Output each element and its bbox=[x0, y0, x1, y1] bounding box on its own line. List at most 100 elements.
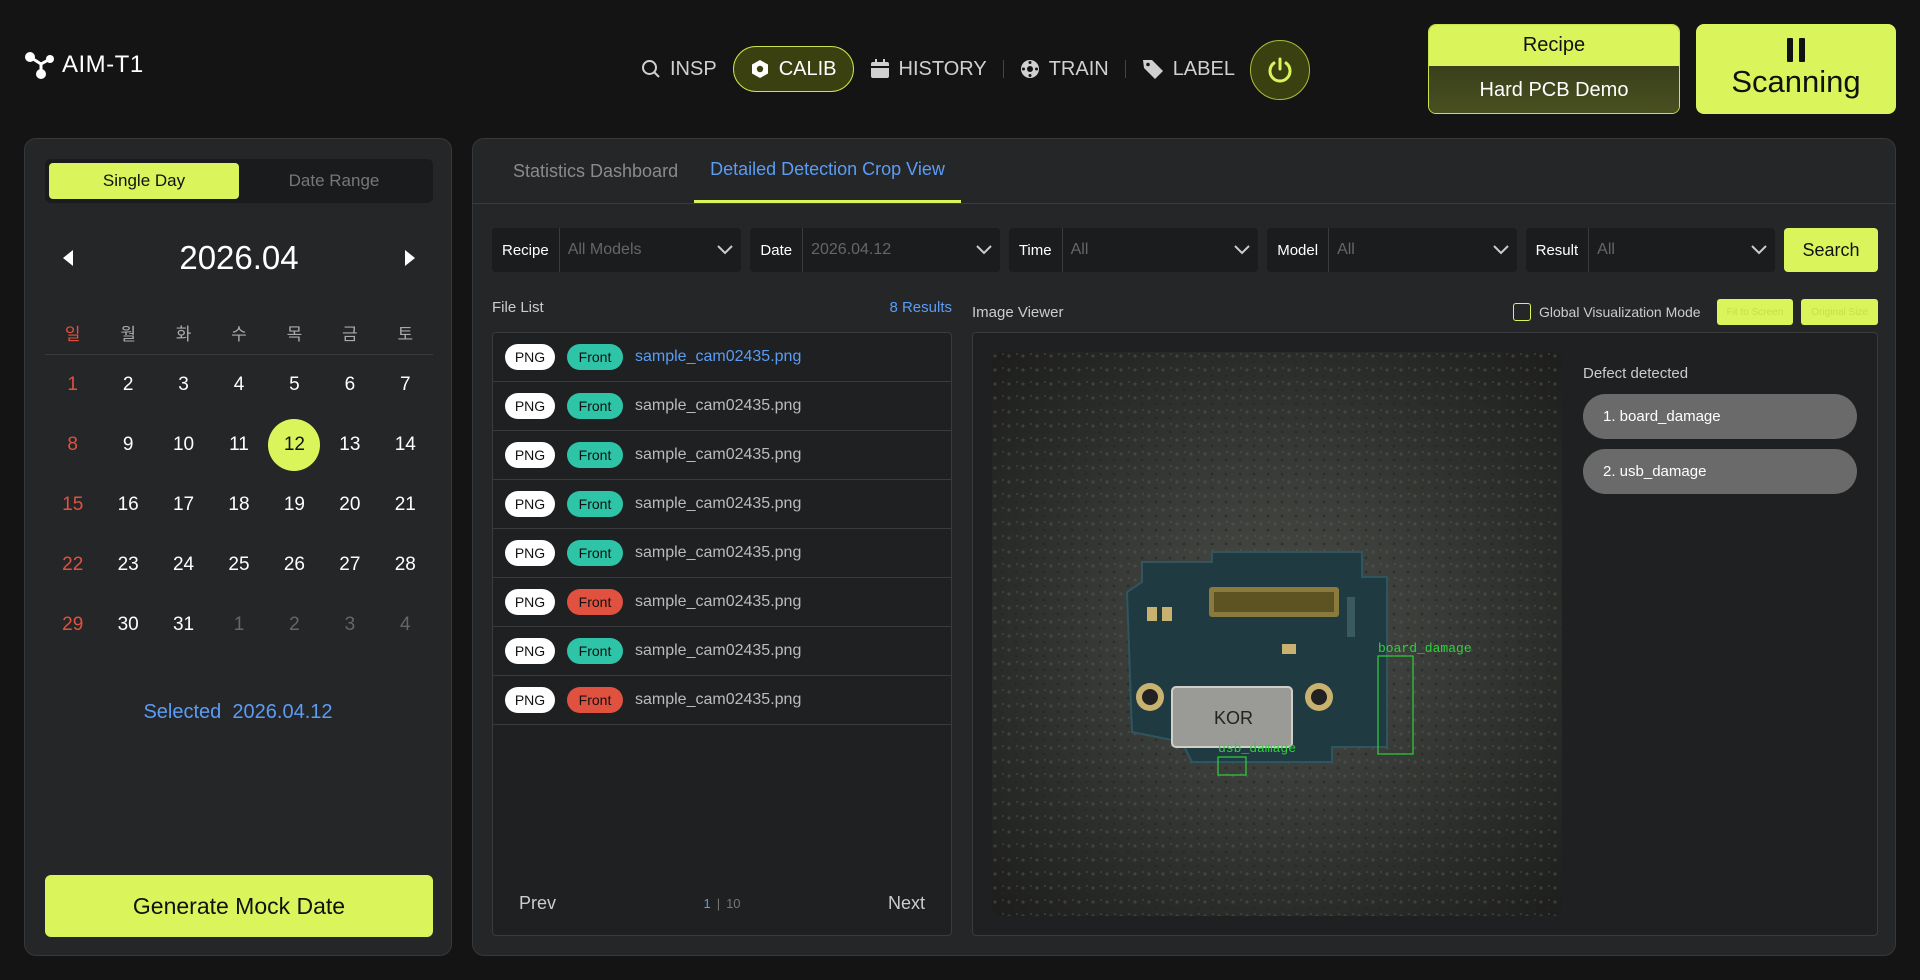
recipe-selector[interactable]: Recipe Hard PCB Demo bbox=[1428, 24, 1680, 114]
calendar-day[interactable]: 23 bbox=[100, 539, 155, 591]
calendar-day[interactable]: 25 bbox=[211, 539, 266, 591]
file-type-badge: PNG bbox=[505, 344, 555, 370]
date-range-button[interactable]: Date Range bbox=[239, 163, 429, 199]
file-row[interactable]: PNG Front sample_cam02435.png bbox=[493, 480, 951, 529]
side-badge: Front bbox=[567, 687, 623, 713]
calendar-week: 1 2 3 4 5 6 7 bbox=[45, 355, 433, 415]
file-list-title: File List bbox=[492, 299, 544, 316]
calendar-day[interactable]: 3 bbox=[156, 359, 211, 411]
nav-history-label: HISTORY bbox=[898, 57, 987, 80]
total-pages[interactable]: 10 bbox=[726, 896, 740, 911]
calendar-day[interactable]: 28 bbox=[378, 539, 433, 591]
nav-history[interactable]: HISTORY bbox=[854, 46, 1003, 92]
selected-date: Selected 2026.04.12 bbox=[25, 701, 451, 724]
calendar-day-selected[interactable]: 12 bbox=[267, 419, 322, 471]
tab-statistics-dashboard[interactable]: Statistics Dashboard bbox=[497, 139, 694, 203]
result-filter-label: Result bbox=[1526, 228, 1590, 272]
calendar-week: 29 30 31 1 2 3 4 bbox=[45, 595, 433, 655]
nav-insp-label: INSP bbox=[670, 57, 717, 80]
calendar-day[interactable]: 2 bbox=[100, 359, 155, 411]
nav-calib[interactable]: CALIB bbox=[732, 46, 854, 92]
calendar-day[interactable]: 19 bbox=[267, 479, 322, 531]
calendar-day[interactable]: 17 bbox=[156, 479, 211, 531]
file-row[interactable]: PNG Front sample_cam02435.png bbox=[493, 578, 951, 627]
file-name: sample_cam02435.png bbox=[635, 446, 802, 463]
nav-train[interactable]: TRAIN bbox=[1004, 46, 1125, 92]
prev-page-button[interactable]: Prev bbox=[519, 893, 556, 914]
weekday-header: 일 월 화 수 목 금 토 bbox=[45, 311, 433, 355]
calendar-day-next-month[interactable]: 1 bbox=[211, 599, 266, 651]
file-row[interactable]: PNG Front sample_cam02435.png bbox=[493, 529, 951, 578]
calendar-day[interactable]: 4 bbox=[211, 359, 266, 411]
single-day-button[interactable]: Single Day bbox=[49, 163, 239, 199]
calendar-day[interactable]: 21 bbox=[378, 479, 433, 531]
date-filter[interactable]: Date 2026.04.12 bbox=[750, 228, 1000, 272]
defect-item[interactable]: 2. usb_damage bbox=[1583, 449, 1857, 494]
current-page[interactable]: 1 bbox=[703, 896, 710, 911]
calendar-day[interactable]: 6 bbox=[322, 359, 377, 411]
original-size-button[interactable]: Original Size bbox=[1801, 299, 1878, 325]
calendar-day[interactable]: 30 bbox=[100, 599, 155, 651]
calendar-day[interactable]: 24 bbox=[156, 539, 211, 591]
calendar-day[interactable]: 11 bbox=[211, 419, 266, 471]
detection-panel: Statistics Dashboard Detailed Detection … bbox=[472, 138, 1896, 956]
calendar-day[interactable]: 29 bbox=[45, 599, 100, 651]
inspection-image[interactable]: KOR board_damage usb_damage bbox=[992, 352, 1562, 916]
recipe-filter[interactable]: Recipe All Models bbox=[492, 228, 742, 272]
tab-detailed-detection-crop-view[interactable]: Detailed Detection Crop View bbox=[694, 139, 961, 203]
file-row[interactable]: PNG Front sample_cam02435.png bbox=[493, 431, 951, 480]
recipe-value: Hard PCB Demo bbox=[1429, 66, 1679, 113]
calendar-day[interactable]: 5 bbox=[267, 359, 322, 411]
calendar-day[interactable]: 15 bbox=[45, 479, 100, 531]
calendar-day[interactable]: 7 bbox=[378, 359, 433, 411]
generate-mock-date-button[interactable]: Generate Mock Date bbox=[45, 875, 433, 937]
model-filter[interactable]: Model All bbox=[1267, 228, 1517, 272]
calendar-day[interactable]: 1 bbox=[45, 359, 100, 411]
file-type-badge: PNG bbox=[505, 589, 555, 615]
global-visualization-checkbox[interactable] bbox=[1512, 303, 1531, 321]
file-row[interactable]: PNG Front sample_cam02435.png bbox=[493, 676, 951, 725]
calendar-day-next-month[interactable]: 3 bbox=[322, 599, 377, 651]
calendar-day-next-month[interactable]: 4 bbox=[378, 599, 433, 651]
next-page-button[interactable]: Next bbox=[888, 893, 925, 914]
nav-label[interactable]: LABEL bbox=[1126, 46, 1251, 92]
calendar-day[interactable]: 26 bbox=[267, 539, 322, 591]
calendar-day[interactable]: 31 bbox=[156, 599, 211, 651]
prev-month-icon[interactable] bbox=[61, 249, 75, 267]
viewer-tools: Global Visualization Mode Fit to Screen … bbox=[1512, 299, 1878, 325]
result-filter[interactable]: Result All bbox=[1525, 228, 1776, 272]
time-filter[interactable]: Time All bbox=[1008, 228, 1259, 272]
calendar-day[interactable]: 14 bbox=[378, 419, 433, 471]
next-month-icon[interactable] bbox=[403, 249, 417, 267]
app-logo[interactable]: AIM-T1 bbox=[24, 50, 144, 80]
defect-item[interactable]: 1. board_damage bbox=[1583, 394, 1857, 439]
calendar-day[interactable]: 8 bbox=[45, 419, 100, 471]
global-visualization-label: Global Visualization Mode bbox=[1538, 304, 1701, 320]
app-title: AIM-T1 bbox=[62, 51, 144, 78]
side-badge: Front bbox=[567, 589, 623, 615]
power-button[interactable] bbox=[1250, 40, 1310, 100]
file-name: sample_cam02435.png bbox=[635, 642, 802, 659]
scanning-button[interactable]: Scanning bbox=[1696, 24, 1896, 114]
file-name: sample_cam02435.png bbox=[635, 691, 802, 708]
calendar-day[interactable]: 16 bbox=[100, 479, 155, 531]
scanning-label: Scanning bbox=[1731, 64, 1861, 99]
calendar-day[interactable]: 27 bbox=[322, 539, 377, 591]
file-row[interactable]: PNG Front sample_cam02435.png bbox=[493, 333, 951, 382]
calendar-day[interactable]: 22 bbox=[45, 539, 100, 591]
calendar-week: 15 16 17 18 19 20 21 bbox=[45, 475, 433, 535]
file-type-badge: PNG bbox=[505, 638, 555, 664]
calendar-day[interactable]: 18 bbox=[211, 479, 266, 531]
file-row[interactable]: PNG Front sample_cam02435.png bbox=[493, 382, 951, 431]
fit-to-screen-button[interactable]: Fit to Screen bbox=[1716, 299, 1794, 325]
calendar-day[interactable]: 13 bbox=[322, 419, 377, 471]
view-tabs: Statistics Dashboard Detailed Detection … bbox=[473, 139, 1895, 204]
calendar-day-next-month[interactable]: 2 bbox=[267, 599, 322, 651]
calendar-day[interactable]: 20 bbox=[322, 479, 377, 531]
nav-insp[interactable]: INSP bbox=[625, 46, 733, 92]
file-row[interactable]: PNG Front sample_cam02435.png bbox=[493, 627, 951, 676]
search-button[interactable]: Search bbox=[1784, 228, 1879, 272]
calendar-day[interactable]: 9 bbox=[100, 419, 155, 471]
file-name: sample_cam02435.png bbox=[635, 348, 802, 365]
calendar-day[interactable]: 10 bbox=[156, 419, 211, 471]
